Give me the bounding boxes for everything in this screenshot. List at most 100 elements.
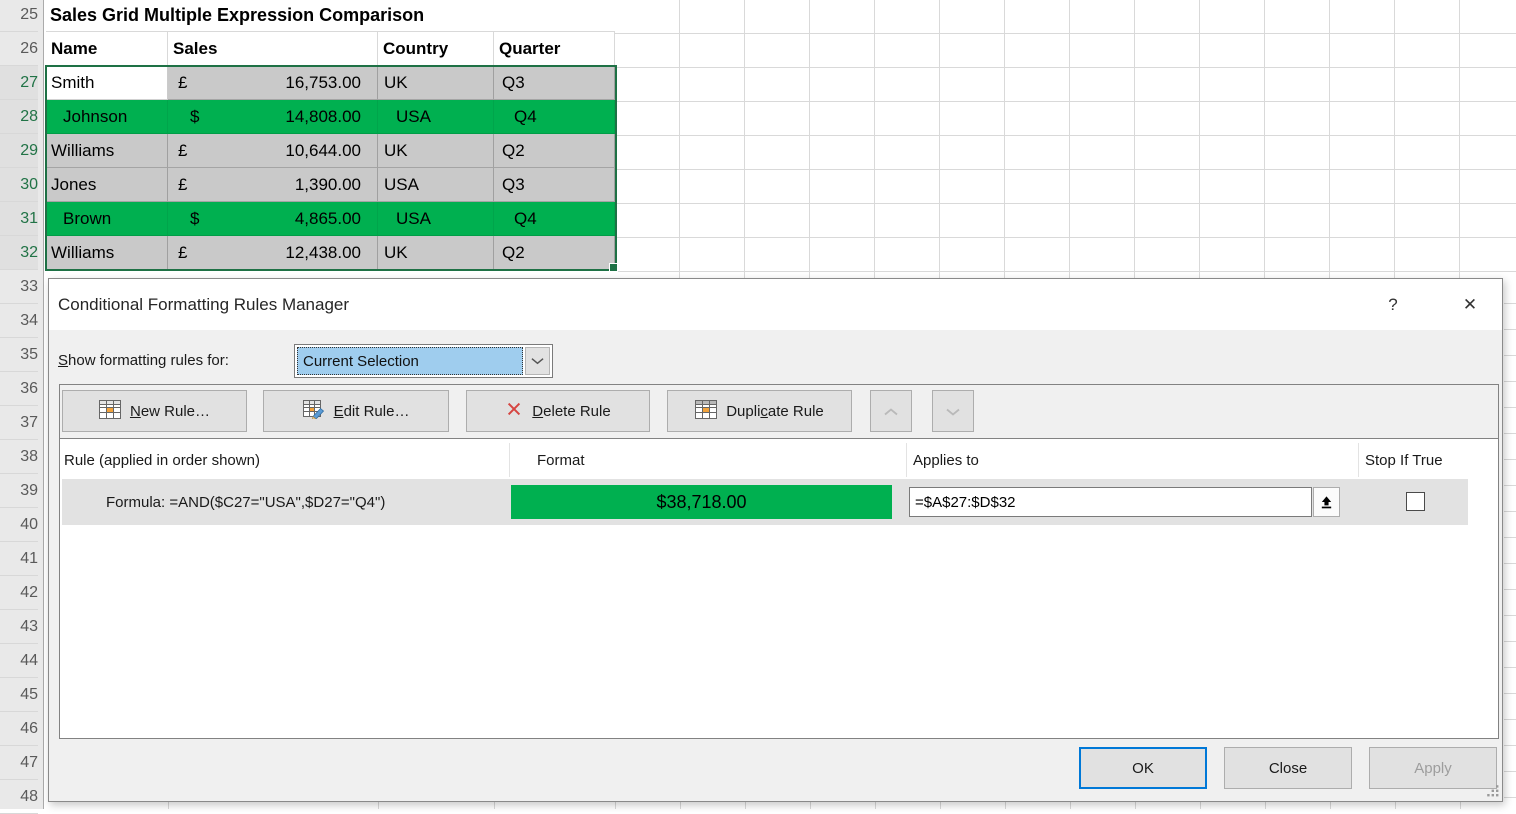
sheet-title-cell[interactable]: Sales Grid Multiple Expression Compariso… [46,0,615,32]
spreadsheet-grid-right-sliver [1504,278,1516,809]
row-header-cell[interactable]: 29 [0,134,38,168]
show-rules-label-accel: S [58,352,68,369]
new-rule-label: New Rule… [130,403,210,420]
ok-button[interactable]: OK [1079,747,1207,789]
spreadsheet-grid-area [615,0,1516,279]
cell-country[interactable]: USA [378,100,494,134]
cell-sales[interactable]: £1,390.00 [168,168,378,202]
rule-list-row[interactable]: Formula: =AND($C27="USA",$D27="Q4") $38,… [62,479,1468,525]
cell-country[interactable]: UK [378,236,494,270]
cell-quarter[interactable]: Q3 [494,66,615,100]
row-header-cell[interactable]: 45 [0,678,38,712]
gridline [1460,802,1461,809]
cell-country[interactable]: UK [378,134,494,168]
row-header-cell[interactable]: 37 [0,406,38,440]
column-header-country[interactable]: Country [378,32,494,66]
row-header-cell[interactable]: 30 [0,168,38,202]
resize-grip[interactable] [1484,782,1502,800]
cell-name[interactable]: Williams [46,236,168,270]
dialog-titlebar[interactable]: Conditional Formatting Rules Manager [49,279,1502,330]
gridline [378,802,379,809]
list-header-format: Format [537,442,585,478]
list-header-divider [906,443,907,477]
gridline [1330,802,1331,809]
column-header-quarter[interactable]: Quarter [494,32,615,66]
row-header-cell[interactable]: 26 [0,32,38,66]
applies-to-input[interactable]: =$A$27:$D$32 [909,487,1312,517]
duplicate-rule-icon [695,400,717,423]
row-header-cell[interactable]: 35 [0,338,38,372]
chevron-up-icon [884,403,898,420]
apply-button[interactable]: Apply [1369,747,1497,789]
column-header-name[interactable]: Name [46,32,168,66]
row-header-cell[interactable]: 38 [0,440,38,474]
cell-name[interactable]: Johnson [46,100,168,134]
cell-sales[interactable]: $4,865.00 [168,202,378,236]
cell-country[interactable]: USA [378,168,494,202]
cell-sales[interactable]: £16,753.00 [168,66,378,100]
gridline [1070,802,1071,809]
gridline [494,802,495,809]
delete-rule-label: Delete Rule [532,403,610,420]
collapse-dialog-icon[interactable] [1313,487,1340,517]
row-header-cell[interactable]: 47 [0,746,38,780]
close-button[interactable]: Close [1224,747,1352,789]
row-header-column: 2526272829303132333435363738394041424344… [0,0,44,809]
duplicate-rule-button[interactable]: Duplicate Rule [667,390,852,432]
cell-quarter[interactable]: Q2 [494,134,615,168]
stop-if-true-checkbox[interactable] [1406,492,1425,511]
cell-name[interactable]: Brown [46,202,168,236]
row-header-cell[interactable]: 42 [0,576,38,610]
move-rule-up-button[interactable] [870,390,912,432]
edit-rule-icon [303,400,325,423]
help-icon[interactable]: ? [1382,294,1404,316]
row-header-cell[interactable]: 36 [0,372,38,406]
edit-rule-button[interactable]: Edit Rule… [263,390,449,432]
gridline [1265,802,1266,809]
cell-quarter[interactable]: Q4 [494,202,615,236]
gridline [615,802,616,809]
column-header-sales[interactable]: Sales [168,32,378,66]
cell-quarter[interactable]: Q2 [494,236,615,270]
cell-quarter[interactable]: Q3 [494,168,615,202]
cell-country[interactable]: UK [378,66,494,100]
edit-rule-label: Edit Rule… [334,403,410,420]
row-header-cell[interactable]: 41 [0,542,38,576]
new-rule-button[interactable]: New Rule… [62,390,247,432]
cell-quarter[interactable]: Q4 [494,100,615,134]
row-header-cell[interactable]: 46 [0,712,38,746]
move-rule-down-button[interactable] [932,390,974,432]
row-header-cell[interactable]: 44 [0,644,38,678]
row-header-cell[interactable]: 33 [0,270,38,304]
chevron-down-icon[interactable] [525,347,550,375]
close-icon[interactable]: ✕ [1457,293,1483,317]
gridline [1200,802,1201,809]
list-header-divider [509,443,510,477]
delete-rule-button[interactable]: Delete Rule [466,390,650,432]
row-header-cell[interactable]: 28 [0,100,38,134]
cell-name[interactable]: Smith [46,66,168,100]
gridline [168,802,169,809]
rule-formula-text: Formula: =AND($C27="USA",$D27="Q4") [106,479,385,525]
fill-handle[interactable] [609,263,618,272]
gridline [875,802,876,809]
row-header-cell[interactable]: 39 [0,474,38,508]
row-header-cell[interactable]: 34 [0,304,38,338]
row-header-cell[interactable]: 43 [0,610,38,644]
dialog-title: Conditional Formatting Rules Manager [58,295,349,315]
row-header-cell[interactable]: 40 [0,508,38,542]
cell-name[interactable]: Williams [46,134,168,168]
row-header-cell[interactable]: 27 [0,66,38,100]
cell-sales[interactable]: £12,438.00 [168,236,378,270]
cell-sales[interactable]: £10,644.00 [168,134,378,168]
cell-sales[interactable]: $14,808.00 [168,100,378,134]
cell-country[interactable]: USA [378,202,494,236]
duplicate-rule-label: Duplicate Rule [726,403,824,420]
row-header-cell[interactable]: 25 [0,0,38,32]
row-header-cell[interactable]: 32 [0,236,38,270]
row-header-cell[interactable]: 31 [0,202,38,236]
cell-name[interactable]: Jones [46,168,168,202]
spreadsheet-grid-bottom-sliver [44,802,1516,809]
scope-dropdown[interactable]: Current Selection [294,344,553,378]
list-header-divider [1358,443,1359,477]
